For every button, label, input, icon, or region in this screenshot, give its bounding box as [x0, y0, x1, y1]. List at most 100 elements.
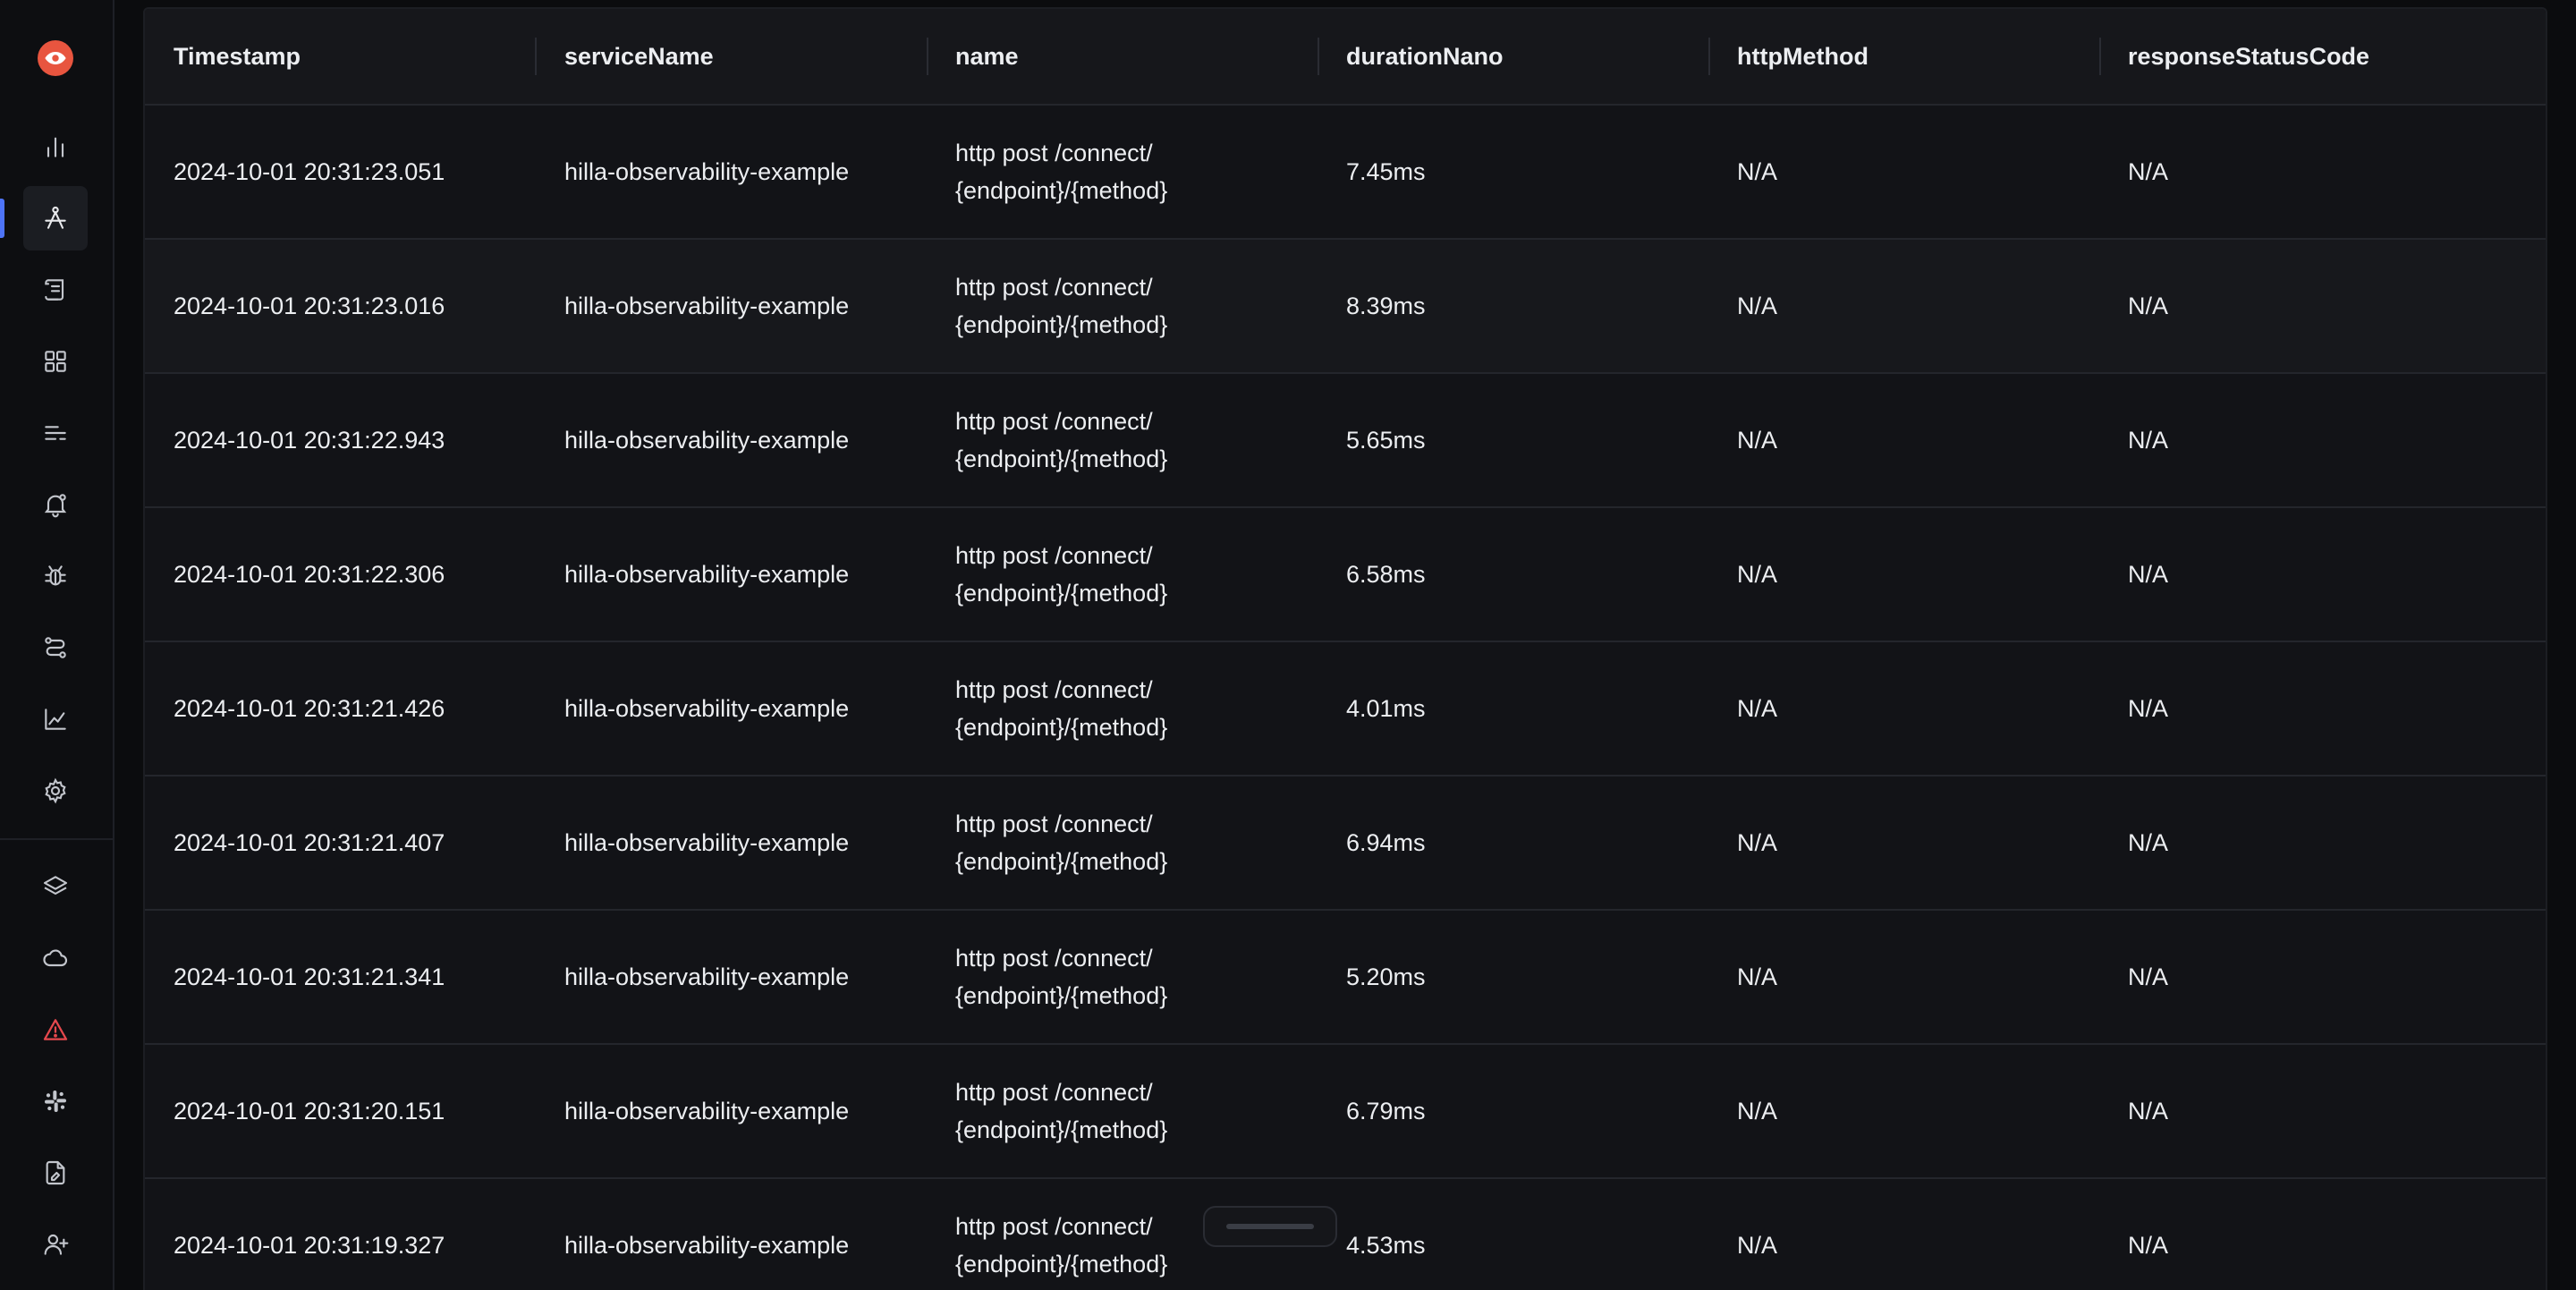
table-row[interactable]: 2024-10-01 20:31:21.426 hilla-observabili… [145, 642, 2546, 777]
cell-duration: 7.45ms [1346, 158, 1426, 185]
column-header-timestamp[interactable]: Timestamp [174, 9, 301, 104]
span-name-line: http post /connect/ [955, 542, 1153, 569]
cell-timestamp: 2024-10-01 20:31:22.306 [174, 561, 445, 588]
line-chart-icon [45, 709, 66, 730]
signoz-logo[interactable] [38, 40, 73, 76]
column-header-name[interactable]: name [955, 9, 1019, 104]
active-nav-indicator [0, 199, 4, 238]
cell-timestamp: 2024-10-01 20:31:21.407 [174, 829, 445, 856]
sidebar-item-pipelines[interactable] [23, 615, 88, 680]
cell-duration: 6.79ms [1346, 1098, 1426, 1125]
cell-name: http post /connect/ {endpoint}/{method} [955, 1045, 1206, 1177]
sidebar-item-integrations[interactable] [23, 854, 88, 919]
cell-timestamp: 2024-10-01 20:31:20.151 [174, 1098, 445, 1125]
dashboard-grid-icon [45, 351, 66, 372]
table-row[interactable]: 2024-10-01 20:31:20.151 hilla-observabili… [145, 1045, 2546, 1179]
bug-icon [45, 565, 66, 586]
cell-duration: 4.53ms [1346, 1232, 1426, 1259]
app-window: Timestamp serviceName name durationNano … [0, 0, 2576, 1290]
table-row[interactable]: 2024-10-01 20:31:21.341 hilla-observabili… [145, 911, 2546, 1045]
span-name: http post /connect/ {endpoint}/{method} [955, 268, 1167, 344]
span-name-line: {endpoint}/{method} [955, 1251, 1168, 1277]
sidebar-item-dashboards[interactable] [23, 329, 88, 394]
column-resize-handle[interactable] [927, 38, 928, 75]
document-edit-icon [46, 1160, 65, 1185]
table-row[interactable]: 2024-10-01 20:31:21.407 hilla-observabili… [145, 777, 2546, 911]
table-row[interactable]: 2024-10-01 20:31:19.327 hilla-observabili… [145, 1179, 2546, 1290]
column-resize-handle[interactable] [1708, 38, 1710, 75]
column-header-http-method[interactable]: httpMethod [1737, 9, 1868, 104]
cell-http-method: N/A [1737, 561, 1778, 588]
cell-name: http post /connect/ {endpoint}/{method} [955, 508, 1206, 641]
span-name-line: {endpoint}/{method} [955, 848, 1168, 875]
cell-response-status-code: N/A [2128, 561, 2169, 588]
cell-name: http post /connect/ {endpoint}/{method} [955, 777, 1206, 909]
cell-service-name: hilla-observability-example [564, 561, 850, 588]
eye-logo-icon [45, 52, 66, 64]
sidebar-item-logs[interactable] [23, 258, 88, 322]
sidebar-item-usage[interactable] [23, 687, 88, 751]
sidebar-item-invite[interactable] [23, 1212, 88, 1277]
span-name-line: http post /connect/ [955, 1213, 1153, 1240]
layers-icon [43, 876, 68, 895]
cell-http-method: N/A [1737, 158, 1778, 185]
trace-explorer-icon [45, 206, 66, 229]
column-resize-handle[interactable] [1318, 38, 1319, 75]
cell-name: http post /connect/ {endpoint}/{method} [955, 911, 1206, 1043]
sidebar-item-messaging-queues[interactable] [23, 401, 88, 465]
sidebar [0, 0, 114, 1290]
cell-name: http post /connect/ {endpoint}/{method} [955, 1179, 1206, 1290]
column-resize-handle[interactable] [2099, 38, 2101, 75]
sidebar-item-dashboard-chart[interactable] [23, 115, 88, 179]
cell-response-status-code: N/A [2128, 427, 2169, 454]
sidebar-item-status[interactable] [23, 997, 88, 1062]
sidebar-divider [0, 838, 113, 840]
cell-duration: 6.58ms [1346, 561, 1426, 588]
sidebar-item-exceptions[interactable] [23, 544, 88, 608]
cell-service-name: hilla-observability-example [564, 1098, 850, 1125]
span-name-line: {endpoint}/{method} [955, 714, 1168, 741]
cell-service-name: hilla-observability-example [564, 1232, 850, 1259]
cell-timestamp: 2024-10-01 20:31:22.943 [174, 427, 445, 454]
span-name: http post /connect/ {endpoint}/{method} [955, 403, 1167, 478]
scroll-handle[interactable] [1203, 1206, 1337, 1247]
sidebar-item-cloud[interactable] [23, 926, 88, 990]
cell-service-name: hilla-observability-example [564, 427, 850, 454]
span-name-line: {endpoint}/{method} [955, 982, 1168, 1009]
cell-service-name: hilla-observability-example [564, 695, 850, 722]
span-name-line: {endpoint}/{method} [955, 580, 1168, 607]
sidebar-item-settings[interactable] [23, 759, 88, 823]
table-row[interactable]: 2024-10-01 20:31:22.306 hilla-observabili… [145, 508, 2546, 642]
sidebar-item-alerts[interactable] [23, 472, 88, 537]
table-row[interactable]: 2024-10-01 20:31:23.051 hilla-observabili… [145, 106, 2546, 240]
table-row[interactable]: 2024-10-01 20:31:22.943 hilla-observabili… [145, 374, 2546, 508]
span-name-line: {endpoint}/{method} [955, 446, 1168, 472]
sidebar-item-traces[interactable] [23, 186, 88, 250]
table-row[interactable]: 2024-10-01 20:31:23.016 hilla-observabili… [145, 240, 2546, 374]
column-resize-handle[interactable] [535, 38, 537, 75]
bar-chart-icon [47, 137, 64, 157]
column-header-duration-nano[interactable]: durationNano [1346, 9, 1504, 104]
span-name-line: {endpoint}/{method} [955, 177, 1168, 204]
span-name-line: http post /connect/ [955, 1079, 1153, 1106]
span-name-line: http post /connect/ [955, 274, 1153, 301]
cell-http-method: N/A [1737, 829, 1778, 856]
span-name-line: http post /connect/ [955, 676, 1153, 703]
warning-triangle-icon [43, 1019, 68, 1040]
column-header-service-name[interactable]: serviceName [564, 9, 714, 104]
cell-timestamp: 2024-10-01 20:31:23.051 [174, 158, 445, 185]
cell-response-status-code: N/A [2128, 963, 2169, 990]
cell-response-status-code: N/A [2128, 695, 2169, 722]
cell-name: http post /connect/ {endpoint}/{method} [955, 374, 1206, 506]
sidebar-item-slack[interactable] [23, 1069, 88, 1133]
cell-service-name: hilla-observability-example [564, 158, 850, 185]
column-header-response-status-code[interactable]: responseStatusCode [2128, 9, 2369, 104]
cell-duration: 5.65ms [1346, 427, 1426, 454]
logs-scroll-icon [45, 279, 64, 301]
cell-timestamp: 2024-10-01 20:31:19.327 [174, 1232, 445, 1259]
span-name-line: http post /connect/ [955, 810, 1153, 837]
table-header: Timestamp serviceName name durationNano … [145, 9, 2546, 106]
span-name: http post /connect/ {endpoint}/{method} [955, 1074, 1167, 1149]
sidebar-item-docs[interactable] [23, 1141, 88, 1205]
add-user-icon [44, 1234, 69, 1255]
